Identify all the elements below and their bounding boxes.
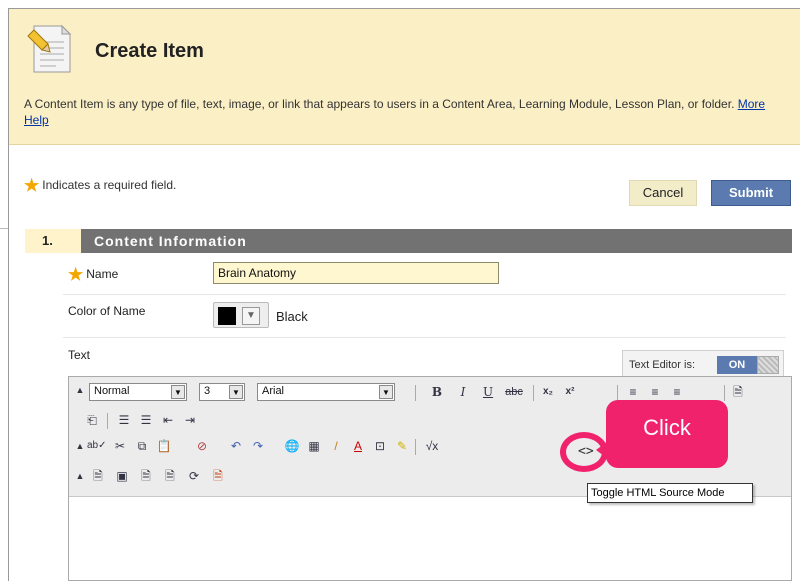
html-source-icon[interactable]: <>	[578, 444, 594, 459]
collapse-icon[interactable]: ▲	[71, 467, 89, 485]
strikethrough-icon[interactable]: abc	[502, 383, 526, 401]
collapse-icon[interactable]: ▲	[71, 381, 89, 399]
separator	[415, 385, 416, 401]
click-callout: Click	[606, 400, 728, 468]
remove-format-icon[interactable]: ⊘	[193, 437, 211, 455]
submit-button[interactable]: Submit	[711, 180, 791, 206]
chevron-down-icon: ▼	[379, 385, 393, 399]
text-editor-off-button[interactable]	[757, 356, 779, 374]
text-label: Text	[68, 348, 91, 362]
color-swatch	[218, 307, 236, 325]
bullet-list-icon[interactable]: ☰	[137, 411, 155, 429]
outdent-icon[interactable]: ⇤	[159, 411, 177, 429]
description-text: A Content Item is any type of file, text…	[24, 97, 735, 111]
subscript-icon[interactable]: x₂	[539, 383, 557, 401]
required-star-icon: ★	[68, 265, 84, 284]
text-editor-label: Text Editor is:	[629, 359, 696, 371]
paste-icon[interactable]: 📋	[155, 437, 173, 455]
draw-icon[interactable]: /	[327, 437, 345, 455]
section-number: 1.	[25, 229, 81, 253]
format-value: Normal	[94, 385, 130, 397]
required-star-icon: ★	[24, 176, 40, 195]
color-label: Color of Name	[68, 304, 146, 318]
underline-icon[interactable]: U	[479, 383, 497, 401]
document-icon[interactable]: 🗎	[729, 383, 747, 401]
page-title: Create Item	[95, 40, 204, 62]
color-value: Black	[276, 309, 308, 324]
separator	[724, 385, 725, 401]
align-right-icon[interactable]: ≡	[668, 383, 686, 401]
name-input[interactable]	[213, 262, 499, 284]
bold-icon[interactable]: B	[428, 383, 446, 401]
color-picker[interactable]: ▼	[213, 302, 269, 328]
tooltip: Toggle HTML Source Mode	[587, 483, 753, 503]
text-color-icon[interactable]: A	[349, 437, 367, 455]
italic-icon[interactable]: I	[454, 383, 472, 401]
copy-icon[interactable]: ⧉	[133, 437, 151, 455]
text-editor-on-button[interactable]: ON	[717, 356, 757, 374]
section-header: 1. Content Information	[25, 229, 792, 253]
flash-icon[interactable]: 🗎	[209, 467, 227, 485]
section-title: Content Information	[94, 233, 247, 249]
editor-content-area[interactable]	[69, 498, 791, 580]
divider	[0, 228, 8, 229]
undo-icon[interactable]: ↶	[227, 437, 245, 455]
attach-file-icon[interactable]: 🗎	[89, 467, 107, 485]
separator	[533, 385, 534, 401]
redo-icon[interactable]: ↷	[249, 437, 267, 455]
chevron-down-icon[interactable]: ▼	[242, 307, 260, 325]
chevron-down-icon: ▼	[229, 385, 243, 399]
align-left-icon[interactable]: ≡	[624, 383, 642, 401]
font-select[interactable]: Arial ▼	[257, 383, 395, 401]
separator	[107, 413, 108, 429]
divider	[63, 294, 786, 295]
cancel-button[interactable]: Cancel	[629, 180, 697, 206]
divider	[63, 337, 786, 338]
required-note: ★ Indicates a required field.	[24, 176, 176, 196]
font-value: Arial	[262, 385, 285, 397]
cut-icon[interactable]: ✂	[111, 437, 129, 455]
mashup-icon[interactable]: ⟳	[185, 467, 203, 485]
highlight-icon[interactable]: ✎	[393, 437, 411, 455]
indent-icon[interactable]: ⇥	[181, 411, 199, 429]
name-label-text: Name	[86, 267, 119, 281]
align-center-icon[interactable]: ≡	[646, 383, 664, 401]
text-editor-toggle: Text Editor is: ON	[622, 350, 784, 378]
format-select[interactable]: Normal ▼	[89, 383, 187, 401]
table-icon[interactable]: ▦	[305, 437, 323, 455]
page-description: A Content Item is any type of file, text…	[24, 96, 784, 128]
size-select[interactable]: 3 ▼	[199, 383, 245, 401]
paste-icon[interactable]: ⎗	[83, 411, 101, 429]
numbered-list-icon[interactable]: ☰	[115, 411, 133, 429]
math-icon[interactable]: √x	[421, 437, 443, 455]
separator	[617, 385, 618, 401]
embed-icon[interactable]: ⊡	[371, 437, 389, 455]
chevron-down-icon: ▼	[171, 385, 185, 399]
preview-icon[interactable]: 🗎	[161, 467, 179, 485]
spellcheck-icon[interactable]: ab✓	[87, 437, 107, 455]
link-icon[interactable]: 🌐	[283, 437, 301, 455]
size-value: 3	[204, 385, 211, 397]
media-icon[interactable]: 🗎	[137, 467, 155, 485]
separator	[415, 439, 416, 455]
superscript-icon[interactable]: x²	[561, 383, 579, 401]
image-icon[interactable]: ▣	[113, 467, 131, 485]
name-label: ★ Name	[68, 265, 118, 285]
content-item-icon	[27, 24, 72, 73]
required-note-text: Indicates a required field.	[42, 178, 177, 192]
